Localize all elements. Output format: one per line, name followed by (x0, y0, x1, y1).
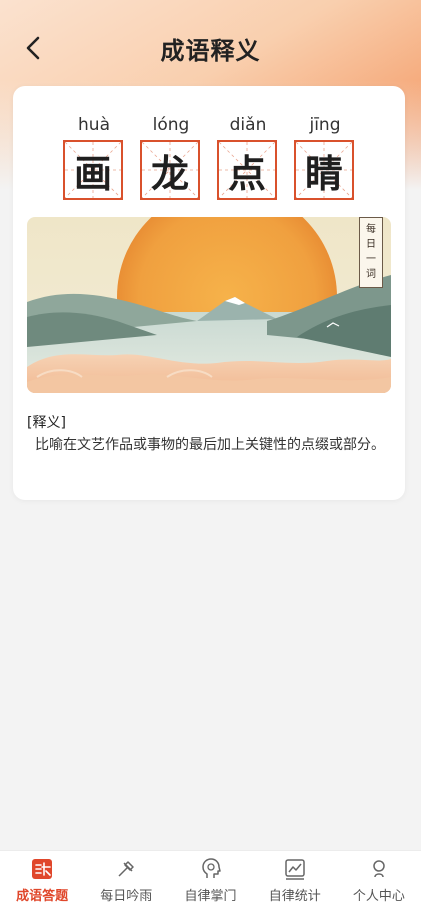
bottom-tab-bar: 成语答题 每日吟雨 自律掌门 自律统计 个人中心 (0, 850, 421, 903)
tab-self-discipline-stats[interactable]: 自律统计 (253, 851, 337, 903)
tab-label: 成语答题 (16, 889, 69, 903)
tab-daily-poem[interactable]: 每日吟雨 (84, 851, 168, 903)
chevron-left-icon (26, 36, 40, 60)
pinyin: jīng (309, 115, 341, 135)
idiom-char-3: diǎn 点 (217, 114, 279, 200)
pen-icon (114, 857, 138, 881)
hanzi: 点 (227, 151, 266, 196)
landscape-image (27, 217, 391, 393)
badge-char: 日 (366, 238, 376, 250)
idiom-char-1: huà 画 (63, 114, 125, 200)
tab-personal-center[interactable]: 个人中心 (337, 851, 421, 903)
tab-idiom-quiz[interactable]: 成语答题 (0, 851, 84, 903)
nav-header: 成语释义 (0, 20, 421, 76)
char-box: 龙 (140, 140, 200, 200)
landscape-illustration: 每 日 一 词 (27, 217, 391, 393)
idiom-char-4: jīng 睛 (294, 114, 356, 200)
daily-word-badge: 每 日 一 词 (359, 217, 383, 288)
person-icon (367, 857, 391, 881)
idiom-characters: huà 画 lóng 龙 diǎn 点 jīng 睛 (63, 114, 355, 200)
page-title: 成语释义 (160, 36, 261, 65)
tab-self-discipline-master[interactable]: 自律掌门 (168, 851, 252, 903)
tab-label: 每日吟雨 (100, 889, 153, 903)
chart-icon (283, 857, 307, 881)
hanzi: 龙 (150, 151, 189, 196)
char-box: 点 (217, 140, 277, 200)
pinyin: diǎn (229, 115, 267, 135)
tab-label: 自律掌门 (184, 889, 237, 903)
hanzi: 睛 (304, 151, 343, 196)
tab-label: 自律统计 (268, 889, 321, 903)
idiom-quiz-icon (30, 857, 54, 881)
badge-char: 每 (366, 223, 376, 235)
tab-label: 个人中心 (352, 889, 405, 903)
head-icon (199, 857, 223, 881)
definition-label: [释义] (27, 415, 66, 431)
pinyin: huà (78, 115, 110, 135)
back-button[interactable] (18, 32, 48, 64)
pinyin: lóng (152, 115, 190, 135)
badge-char: 一 (366, 254, 376, 266)
hanzi: 画 (73, 151, 112, 196)
char-box: 画 (63, 140, 123, 200)
idiom-card: huà 画 lóng 龙 diǎn 点 jīng 睛 每 日 一 词 [释义] … (13, 86, 405, 500)
badge-char: 词 (366, 269, 376, 281)
char-box: 睛 (294, 140, 354, 200)
definition-text: 比喻在文艺作品或事物的最后加上关键性的点缀或部分。 (35, 437, 385, 453)
idiom-char-2: lóng 龙 (140, 114, 202, 200)
